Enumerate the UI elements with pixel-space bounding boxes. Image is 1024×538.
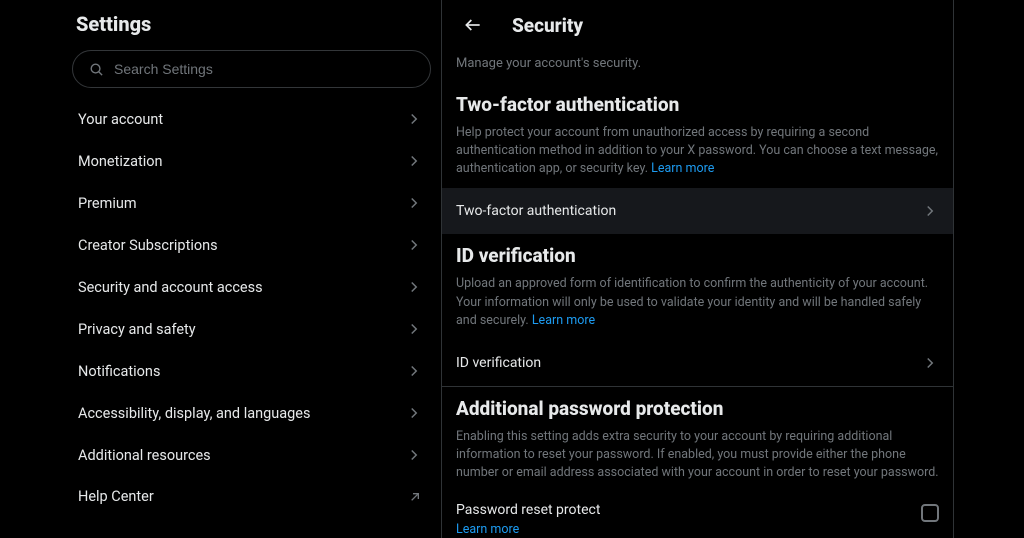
settings-app: Settings Your account Monetization — [0, 0, 1024, 538]
row-label: Two-factor authentication — [456, 203, 616, 219]
chevron-right-icon — [405, 320, 423, 338]
password-reset-protect-checkbox[interactable] — [921, 504, 939, 522]
left-gutter — [0, 0, 62, 538]
section-two-factor: Two-factor authentication Help protect y… — [442, 83, 953, 234]
sidebar-item-security-and-account-access[interactable]: Security and account access — [70, 266, 433, 308]
page-title: Security — [512, 14, 583, 37]
toggle-label: Password reset protect — [456, 502, 600, 518]
right-gutter — [954, 0, 1024, 538]
back-button[interactable] — [456, 8, 490, 42]
chevron-right-icon — [405, 110, 423, 128]
section-additional-password-protection: Additional password protection Enabling … — [442, 387, 953, 537]
sidebar-item-label: Monetization — [78, 153, 163, 170]
main-header: Security — [442, 0, 953, 48]
learn-more-link-id-verification[interactable]: Learn more — [532, 313, 595, 328]
sidebar-item-notifications[interactable]: Notifications — [70, 350, 433, 392]
chevron-right-icon — [405, 194, 423, 212]
sidebar-item-label: Privacy and safety — [78, 321, 196, 338]
sidebar-item-privacy-and-safety[interactable]: Privacy and safety — [70, 308, 433, 350]
settings-nav: Your account Monetization Premium Creato… — [70, 98, 433, 517]
sidebar-item-creator-subscriptions[interactable]: Creator Subscriptions — [70, 224, 433, 266]
chevron-right-icon — [405, 404, 423, 422]
sidebar-item-additional-resources[interactable]: Additional resources — [70, 434, 433, 476]
section-heading-additional-password-protection: Additional password protection — [442, 391, 953, 428]
id-verification-desc-text: Upload an approved form of identificatio… — [456, 276, 928, 327]
sidebar-title: Settings — [70, 8, 433, 50]
sidebar-item-label: Notifications — [78, 363, 160, 380]
sidebar-item-accessibility-display-languages[interactable]: Accessibility, display, and languages — [70, 392, 433, 434]
sidebar-item-your-account[interactable]: Your account — [70, 98, 433, 140]
search-icon — [89, 62, 104, 77]
sidebar-item-monetization[interactable]: Monetization — [70, 140, 433, 182]
chevron-right-icon — [921, 354, 939, 372]
toggle-label-block: Password reset protect Learn more — [456, 502, 600, 537]
learn-more-link-two-factor[interactable]: Learn more — [651, 161, 714, 176]
sidebar-item-label: Additional resources — [78, 447, 211, 464]
section-heading-two-factor: Two-factor authentication — [442, 87, 953, 124]
sidebar-item-label: Your account — [78, 111, 163, 128]
row-two-factor-authentication[interactable]: Two-factor authentication — [442, 188, 953, 234]
section-desc-additional-password-protection: Enabling this setting adds extra securit… — [442, 428, 953, 492]
sidebar-item-label: Premium — [78, 195, 137, 212]
chevron-right-icon — [405, 278, 423, 296]
sidebar-item-help-center[interactable]: Help Center — [70, 476, 433, 517]
section-desc-id-verification: Upload an approved form of identificatio… — [442, 275, 953, 339]
arrow-left-icon — [463, 15, 483, 35]
settings-sidebar: Settings Your account Monetization — [62, 0, 442, 538]
chevron-right-icon — [921, 202, 939, 220]
sidebar-item-label: Accessibility, display, and languages — [78, 405, 310, 422]
chevron-right-icon — [405, 446, 423, 464]
page-subtitle: Manage your account's security. — [442, 48, 953, 83]
search-field[interactable] — [72, 50, 431, 88]
chevron-right-icon — [405, 152, 423, 170]
row-id-verification[interactable]: ID verification — [442, 340, 953, 386]
external-link-icon — [407, 489, 423, 505]
section-id-verification: ID verification Upload an approved form … — [442, 234, 953, 386]
section-heading-id-verification: ID verification — [442, 238, 953, 275]
section-desc-two-factor: Help protect your account from unauthori… — [442, 124, 953, 188]
chevron-right-icon — [405, 362, 423, 380]
security-panel: Security Manage your account's security.… — [442, 0, 954, 538]
search-input[interactable] — [114, 61, 414, 77]
row-password-reset-protect: Password reset protect Learn more — [442, 492, 953, 537]
chevron-right-icon — [405, 236, 423, 254]
search-wrap — [70, 50, 433, 98]
sidebar-item-label: Creator Subscriptions — [78, 237, 218, 254]
row-label: ID verification — [456, 355, 541, 371]
sidebar-item-label: Help Center — [78, 488, 154, 505]
sidebar-item-label: Security and account access — [78, 279, 263, 296]
sidebar-item-premium[interactable]: Premium — [70, 182, 433, 224]
learn-more-link-password-reset-protect[interactable]: Learn more — [456, 520, 600, 537]
